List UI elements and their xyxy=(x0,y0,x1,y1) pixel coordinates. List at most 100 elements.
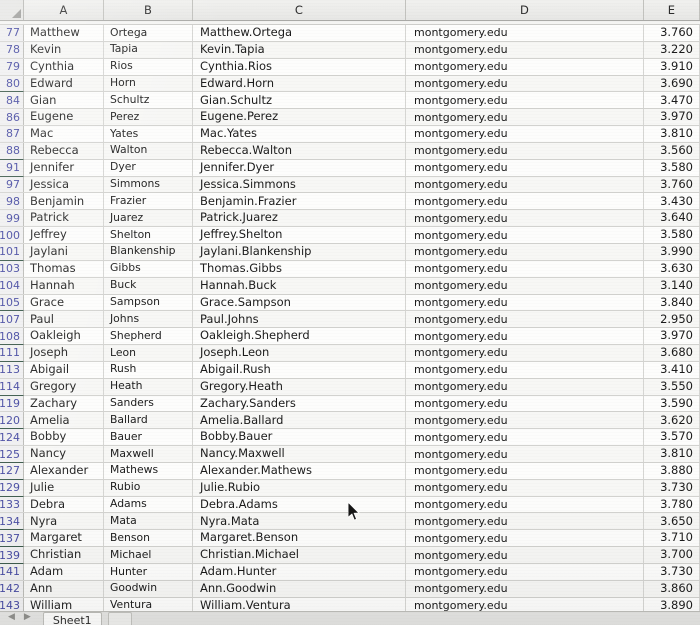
column-header-b[interactable]: B xyxy=(104,0,193,20)
cell-domain[interactable]: montgomery.edu xyxy=(406,311,644,328)
cell-last-name[interactable]: Yates xyxy=(104,126,193,142)
cell-username[interactable]: Debra.Adams xyxy=(193,496,406,513)
cell-gpa[interactable]: 3.220 xyxy=(644,41,700,58)
table-row[interactable]: 88 Rebecca Walton Rebecca.Walton montgomery.… xyxy=(0,142,700,160)
cell-last-name[interactable]: Frazier xyxy=(104,193,193,210)
cell-first-name[interactable]: Debra xyxy=(24,496,104,513)
cell-domain[interactable]: montgomery.edu xyxy=(406,513,644,530)
cell-username[interactable]: Thomas.Gibbs xyxy=(193,260,406,277)
cell-username[interactable]: Benjamin.Frazier xyxy=(193,193,406,210)
cell-username[interactable]: Alexander.Mathews xyxy=(193,462,406,479)
cell-first-name[interactable]: Thomas xyxy=(24,260,104,277)
cell-domain[interactable]: montgomery.edu xyxy=(406,328,644,345)
row-number-header[interactable]: 101 xyxy=(0,243,24,261)
cell-username[interactable]: Christian.Michael xyxy=(193,547,406,563)
cell-domain[interactable]: montgomery.edu xyxy=(406,580,644,597)
cell-domain[interactable]: montgomery.edu xyxy=(406,210,644,227)
row-number-header[interactable]: 103 xyxy=(0,260,24,277)
cell-last-name[interactable]: Buck xyxy=(104,277,193,294)
select-all-icon[interactable] xyxy=(0,0,24,20)
cell-domain[interactable]: montgomery.edu xyxy=(406,142,644,159)
cell-domain[interactable]: montgomery.edu xyxy=(406,462,644,479)
cell-first-name[interactable]: Mac xyxy=(24,126,104,142)
cell-gpa[interactable]: 3.780 xyxy=(644,496,700,513)
cell-gpa[interactable]: 3.840 xyxy=(644,294,700,311)
cell-first-name[interactable]: Christian xyxy=(24,547,104,563)
table-row[interactable]: 103 Thomas Gibbs Thomas.Gibbs montgomery.edu… xyxy=(0,260,700,278)
cell-last-name[interactable]: Horn xyxy=(104,75,193,92)
table-row[interactable]: 133 Debra Adams Debra.Adams montgomery.edu 3.… xyxy=(0,496,700,514)
table-row[interactable]: 141 Adam Hunter Adam.Hunter montgomery.edu 3.… xyxy=(0,564,700,581)
cell-first-name[interactable]: Gian xyxy=(24,92,104,109)
row-number-header[interactable]: 141 xyxy=(0,564,24,580)
row-number-header[interactable]: 137 xyxy=(0,530,24,548)
table-row[interactable]: 104 Hannah Buck Hannah.Buck montgomery.edu 3.… xyxy=(0,277,700,295)
table-row[interactable]: 78 Kevin Tapia Kevin.Tapia montgomery.edu 3.2… xyxy=(0,41,700,59)
column-header-a[interactable]: A xyxy=(24,0,104,20)
table-row[interactable]: 134 Nyra Mata Nyra.Mata montgomery.edu 3.650 xyxy=(0,513,700,531)
cell-domain[interactable]: montgomery.edu xyxy=(406,92,644,109)
cell-domain[interactable]: montgomery.edu xyxy=(406,547,644,563)
cell-last-name[interactable]: Rubio xyxy=(104,479,193,496)
row-number-header[interactable]: 86 xyxy=(0,109,24,126)
row-number-header[interactable]: 114 xyxy=(0,378,24,396)
cell-gpa[interactable]: 3.560 xyxy=(644,142,700,159)
cell-last-name[interactable]: Hunter xyxy=(104,564,193,580)
cell-gpa[interactable]: 3.700 xyxy=(644,547,700,563)
cell-domain[interactable]: montgomery.edu xyxy=(406,260,644,277)
table-row[interactable]: 127 Alexander Mathews Alexander.Mathews mont… xyxy=(0,462,700,480)
spreadsheet-grid[interactable]: A B C D E 77 Matthew Ortega Matthew.Ortega m… xyxy=(0,0,700,625)
cell-first-name[interactable]: Edward xyxy=(24,75,104,92)
cell-gpa[interactable]: 2.950 xyxy=(644,311,700,328)
row-number-header[interactable]: 84 xyxy=(0,92,24,109)
table-row[interactable]: 100 Jeffrey Shelton Jeffrey.Shelton montgome… xyxy=(0,227,700,244)
cell-username[interactable]: Edward.Horn xyxy=(193,75,406,92)
cell-domain[interactable]: montgomery.edu xyxy=(406,378,644,395)
row-number-header[interactable]: 99 xyxy=(0,210,24,227)
add-sheet-button[interactable] xyxy=(107,612,132,625)
cell-first-name[interactable]: Hannah xyxy=(24,277,104,294)
cell-username[interactable]: Patrick.Juarez xyxy=(193,210,406,227)
cell-username[interactable]: Julie.Rubio xyxy=(193,479,406,496)
table-row[interactable]: 79 Cynthia Rios Cynthia.Rios montgomery.edu 3… xyxy=(0,58,700,76)
cell-last-name[interactable]: Mata xyxy=(104,513,193,530)
table-row[interactable]: 105 Grace Sampson Grace.Sampson montgomery.e… xyxy=(0,294,700,312)
cell-domain[interactable]: montgomery.edu xyxy=(406,176,644,193)
row-number-header[interactable]: 108 xyxy=(0,328,24,346)
cell-last-name[interactable]: Tapia xyxy=(104,41,193,58)
cell-grid[interactable]: 77 Matthew Ortega Matthew.Ortega montgomery.… xyxy=(0,21,700,625)
table-row[interactable]: 142 Ann Goodwin Ann.Goodwin montgomery.edu 3.… xyxy=(0,580,700,598)
cell-domain[interactable]: montgomery.edu xyxy=(406,41,644,58)
cell-domain[interactable]: montgomery.edu xyxy=(406,126,644,142)
cell-first-name[interactable]: Nancy xyxy=(24,446,104,462)
cell-username[interactable]: Margaret.Benson xyxy=(193,530,406,547)
cell-first-name[interactable]: Grace xyxy=(24,294,104,311)
cell-username[interactable]: Rebecca.Walton xyxy=(193,142,406,159)
table-row[interactable]: 120 Amelia Ballard Amelia.Ballard montgomery… xyxy=(0,412,700,430)
cell-username[interactable]: Jennifer.Dyer xyxy=(193,159,406,176)
table-row[interactable]: 114 Gregory Heath Gregory.Heath montgomery.e… xyxy=(0,378,700,396)
cell-first-name[interactable]: Adam xyxy=(24,564,104,580)
table-row[interactable]: 99 Patrick Juarez Patrick.Juarez montgomery.… xyxy=(0,210,700,228)
row-number-header[interactable]: 104 xyxy=(0,277,24,294)
last-sheet-arrow-icon[interactable]: ▶ xyxy=(24,613,31,622)
cell-gpa[interactable]: 3.580 xyxy=(644,227,700,243)
cell-gpa[interactable]: 3.570 xyxy=(644,429,700,446)
cell-username[interactable]: Mac.Yates xyxy=(193,126,406,142)
cell-username[interactable]: Matthew.Ortega xyxy=(193,25,406,41)
cell-gpa[interactable]: 3.690 xyxy=(644,75,700,92)
cell-gpa[interactable]: 3.730 xyxy=(644,564,700,580)
cell-last-name[interactable]: Sampson xyxy=(104,294,193,311)
cell-gpa[interactable]: 3.760 xyxy=(644,25,700,41)
cell-last-name[interactable]: Walton xyxy=(104,142,193,159)
table-row[interactable]: 86 Eugene Perez Eugene.Perez montgomery.edu 3… xyxy=(0,109,700,127)
cell-first-name[interactable]: Zachary xyxy=(24,395,104,412)
cell-domain[interactable]: montgomery.edu xyxy=(406,345,644,361)
table-row[interactable]: 111 Joseph Leon Joseph.Leon montgomery.edu 3.… xyxy=(0,345,700,362)
cell-last-name[interactable]: Blankenship xyxy=(104,243,193,260)
cell-gpa[interactable]: 3.810 xyxy=(644,446,700,462)
cell-last-name[interactable]: Shelton xyxy=(104,227,193,243)
table-row[interactable]: 80 Edward Horn Edward.Horn montgomery.edu 3.6… xyxy=(0,75,700,93)
cell-last-name[interactable]: Bauer xyxy=(104,429,193,446)
cell-username[interactable]: Zachary.Sanders xyxy=(193,395,406,412)
